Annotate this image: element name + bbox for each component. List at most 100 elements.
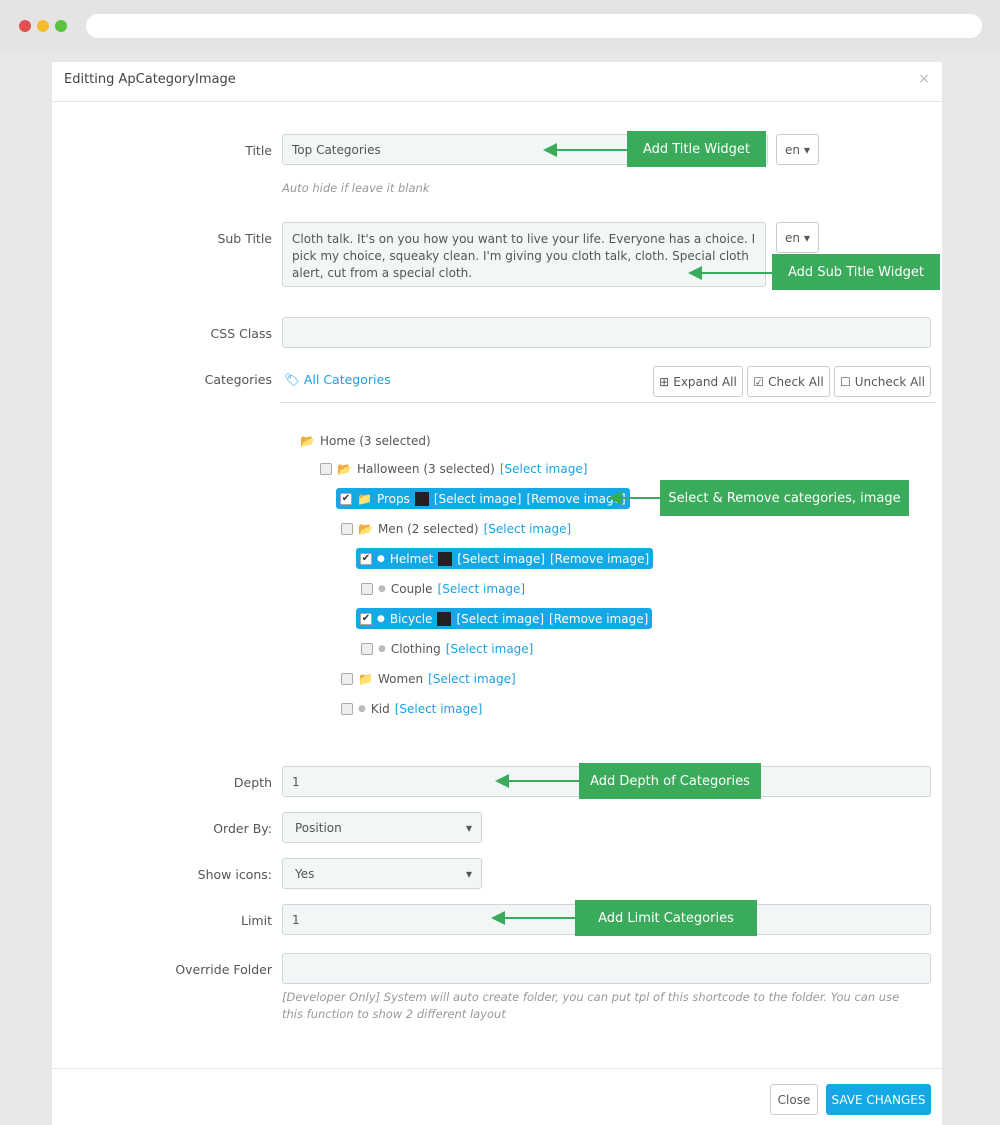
- callout-arrow: [608, 491, 660, 505]
- folder-open-icon: 📂: [337, 461, 352, 476]
- all-categories-text: All Categories: [303, 372, 391, 387]
- save-changes-button[interactable]: SAVE CHANGES: [826, 1084, 931, 1115]
- depth-label: Depth: [233, 775, 272, 790]
- folder-icon: 📁: [358, 671, 373, 686]
- checkbox[interactable]: [361, 582, 373, 595]
- tree-node-helmet[interactable]: ✔ ● Helmet [Select image] [Remove image]: [356, 548, 654, 569]
- checkbox[interactable]: [341, 522, 353, 535]
- node-label: Clothing: [390, 641, 441, 656]
- node-label: Couple: [390, 581, 433, 596]
- bullet-icon: ●: [377, 553, 385, 564]
- node-label: Men (2 selected): [377, 521, 479, 536]
- checkbox[interactable]: [320, 462, 332, 475]
- modal-header: Editting ApCategoryImage ×: [52, 62, 942, 102]
- maximize-window-icon[interactable]: [55, 20, 67, 32]
- bullet-icon: ●: [377, 613, 385, 624]
- lang-value: en: [784, 142, 800, 157]
- close-button[interactable]: Close: [770, 1084, 818, 1115]
- address-bar[interactable]: [86, 14, 982, 38]
- select-image-link[interactable]: [Select image]: [395, 702, 483, 716]
- bullet-icon: ●: [378, 583, 386, 594]
- uncheck-all-button[interactable]: ☐ Uncheck All: [834, 366, 931, 397]
- caret-down-icon: ▾: [465, 820, 472, 835]
- override-folder-input[interactable]: [282, 953, 931, 984]
- uncheck-all-label: Uncheck All: [854, 374, 925, 389]
- select-image-link[interactable]: [Select image]: [438, 582, 526, 596]
- select-image-link[interactable]: [Select image]: [457, 552, 545, 566]
- tree-node-props[interactable]: ✔ 📁 Props [Select image] [Remove image]: [336, 488, 630, 509]
- show-icons-select[interactable]: Yes ▾: [282, 858, 482, 889]
- plus-square-icon: ⊞: [659, 374, 670, 389]
- tree-node-couple[interactable]: ● Couple [Select image]: [361, 578, 525, 599]
- subtitle-label: Sub Title: [217, 231, 272, 246]
- divider: [280, 402, 936, 403]
- order-by-label: Order By:: [213, 821, 272, 836]
- tree-node-halloween[interactable]: 📂 Halloween (3 selected) [Select image]: [320, 458, 587, 479]
- caret-down-icon: ▾: [803, 230, 811, 245]
- tree-node-women[interactable]: 📁 Women [Select image]: [341, 668, 516, 689]
- checkbox[interactable]: [361, 642, 373, 655]
- checkbox[interactable]: [341, 672, 353, 685]
- order-by-value: Position: [295, 820, 342, 835]
- title-label: Title: [245, 143, 272, 158]
- tree-node-home[interactable]: 📂 Home (3 selected): [300, 430, 431, 451]
- select-image-link[interactable]: [Select image]: [428, 672, 516, 686]
- node-label: Helmet: [389, 551, 434, 566]
- callout-arrow: [491, 911, 575, 925]
- override-folder-label: Override Folder: [175, 962, 272, 977]
- caret-down-icon: ▾: [465, 866, 472, 881]
- title-help: Auto hide if leave it blank: [282, 181, 430, 195]
- checkbox-checked[interactable]: ✔: [360, 552, 372, 565]
- select-image-link[interactable]: [Select image]: [456, 612, 544, 626]
- tree-node-bicycle[interactable]: ✔ ● Bicycle [Select image] [Remove image]: [356, 608, 653, 629]
- tree-node-men[interactable]: 📂 Men (2 selected) [Select image]: [341, 518, 571, 539]
- select-image-link[interactable]: [Select image]: [446, 642, 534, 656]
- callout-limit: Add Limit Categories: [575, 900, 757, 936]
- select-image-link[interactable]: [Select image]: [500, 462, 588, 476]
- modal-footer: [52, 1068, 942, 1069]
- all-categories-link[interactable]: 🏷 All Categories: [284, 372, 391, 388]
- expand-all-button[interactable]: ⊞ Expand All: [653, 366, 743, 397]
- subtitle-lang-dropdown[interactable]: en ▾: [776, 222, 819, 253]
- square-icon: ☐: [840, 374, 851, 389]
- check-all-button[interactable]: ☑ Check All: [747, 366, 830, 397]
- remove-image-link[interactable]: [Remove image]: [549, 612, 648, 626]
- category-thumbnail: [437, 611, 452, 626]
- checkbox[interactable]: [341, 702, 353, 715]
- remove-image-link[interactable]: [Remove image]: [550, 552, 649, 566]
- close-icon[interactable]: ×: [918, 71, 930, 87]
- css-class-input[interactable]: [282, 317, 931, 348]
- tag-icon: 🏷: [284, 372, 300, 387]
- bullet-icon: ●: [358, 703, 366, 714]
- tree-node-clothing[interactable]: ● Clothing [Select image]: [361, 638, 533, 659]
- checkbox-checked[interactable]: ✔: [360, 612, 372, 625]
- minimize-window-icon[interactable]: [37, 20, 49, 32]
- checkbox-checked[interactable]: ✔: [340, 492, 352, 505]
- caret-down-icon: ▾: [803, 142, 811, 157]
- callout-arrow: [688, 266, 772, 280]
- tree-node-kid[interactable]: ● Kid [Select image]: [341, 698, 482, 719]
- callout-subtitle: Add Sub Title Widget: [772, 254, 940, 290]
- select-image-link[interactable]: [Select image]: [434, 492, 522, 506]
- order-by-select[interactable]: Position ▾: [282, 812, 482, 843]
- lang-value: en: [784, 230, 800, 245]
- select-image-link[interactable]: [Select image]: [484, 522, 572, 536]
- title-lang-dropdown[interactable]: en ▾: [776, 134, 819, 165]
- close-window-icon[interactable]: [19, 20, 31, 32]
- folder-open-icon: 📂: [300, 433, 315, 448]
- show-icons-value: Yes: [295, 866, 315, 881]
- node-label: Props: [376, 491, 410, 506]
- node-label: Home (3 selected): [319, 433, 431, 448]
- callout-depth: Add Depth of Categories: [579, 763, 761, 799]
- node-label: Women: [377, 671, 424, 686]
- category-thumbnail: [438, 551, 453, 566]
- callout-title: Add Title Widget: [627, 131, 766, 167]
- override-folder-help: [Developer Only] System will auto create…: [282, 990, 900, 1021]
- expand-all-label: Expand All: [673, 374, 737, 389]
- callout-arrow: [543, 143, 627, 157]
- folder-icon: 📁: [357, 491, 372, 506]
- modal-title: Editting ApCategoryImage: [64, 72, 236, 87]
- limit-value: 1: [292, 912, 300, 927]
- subtitle-value: Cloth talk. It's on you how you want to …: [292, 232, 756, 280]
- title-value: Top Categories: [292, 142, 381, 157]
